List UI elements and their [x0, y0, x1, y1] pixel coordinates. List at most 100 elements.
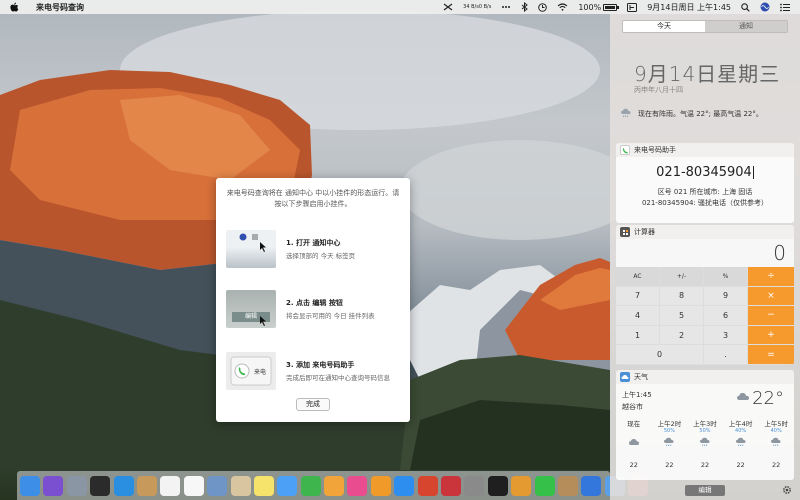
calc-key-4[interactable]: 4 [616, 306, 660, 326]
step-2: 编辑 2. 点击 编辑 按钮 将会显示可用的 今日 挂件列表 [226, 290, 406, 332]
messages-icon[interactable] [277, 475, 298, 496]
weather-time: 上午1:45 [622, 391, 652, 399]
input-method-icon[interactable] [627, 2, 638, 12]
cloud-icon [616, 435, 652, 449]
ibooks-icon[interactable] [370, 475, 391, 496]
cloud-rain-icon [620, 108, 632, 120]
bluetooth-icon[interactable] [521, 2, 529, 12]
battery-percent: 100% [578, 2, 602, 12]
phone-icon [620, 145, 630, 155]
calc-key-2[interactable]: 2 [660, 325, 704, 346]
blue-app-icon[interactable] [581, 475, 602, 496]
apple-menu-icon[interactable] [10, 2, 22, 12]
battery-status[interactable]: 100% [578, 2, 620, 12]
terminal-icon[interactable] [487, 475, 508, 496]
facetime-icon[interactable] [300, 475, 321, 496]
tab-today[interactable]: 今天 [623, 21, 705, 32]
calc-key-9[interactable]: 9 [704, 286, 748, 307]
nc-tab-switcher: 今天 通知 [622, 20, 788, 33]
phone-number-input[interactable]: 021-80345904 [616, 165, 794, 180]
siri-icon[interactable] [760, 2, 770, 12]
podcast-icon[interactable] [417, 475, 438, 496]
butterfly-icon[interactable] [511, 475, 532, 496]
setup-dialog: 来电号码查询将在 通知中心 中以小挂件的形态运行。请按以下步骤启用小挂件。 1.… [216, 178, 410, 422]
package-icon[interactable] [557, 475, 578, 496]
music-player-icon[interactable] [441, 475, 462, 496]
calculator-keypad: AC +/- % ÷ 7 8 9 × 4 5 6 − 1 2 3 + 0 . = [616, 267, 794, 365]
step-3-desc: 完成后即可在通知中心查询号码信息 [286, 374, 390, 382]
forecast-hour: 上午4时 40% 22 [723, 418, 759, 469]
line-icon[interactable] [534, 475, 555, 496]
nc-weather-summary: 现在有阵雨。气温 22°; 最高气温 22°。 [620, 108, 763, 120]
siri-icon[interactable] [43, 475, 64, 496]
step-2-title: 2. 点击 编辑 按钮 [286, 299, 343, 307]
photos-preview-icon[interactable] [230, 475, 251, 496]
menubar-datetime[interactable]: 9月14日周日 上午1:45 [647, 2, 731, 13]
notification-center-icon[interactable] [780, 3, 790, 12]
step-1-title: 1. 打开 通知中心 [286, 239, 341, 247]
phone-lookup-widget: 来电号码助手 021-80345904 区号 021 所在城市: 上海 固话 0… [616, 143, 794, 223]
calc-key-6[interactable]: 6 [704, 306, 748, 326]
mission-control-icon[interactable] [90, 475, 111, 496]
photos-icon[interactable] [324, 475, 345, 496]
forecast-hour-label: 上午3时 [693, 420, 717, 428]
forecast-hour: 上午5时 40% 22 [758, 418, 794, 469]
forecast-temp: 22 [700, 461, 710, 469]
text-caret [752, 166, 754, 179]
app-name-menu[interactable]: 来电号码查询 [36, 2, 84, 13]
forecast-precip: 50% [663, 428, 675, 434]
calc-key-plus[interactable]: + [748, 325, 794, 346]
weather-summary-text: 现在有阵雨。气温 22°; 最高气温 22°。 [638, 110, 763, 118]
done-button[interactable]: 完成 [296, 398, 330, 411]
cloud-rain-icon [723, 435, 759, 449]
app-store-icon[interactable] [394, 475, 415, 496]
calc-key-7[interactable]: 7 [616, 286, 660, 307]
weather-widget: 天气 上午1:45 越谷市 22° 现在 22 上午2时 50% 22 上午3时… [616, 370, 794, 480]
calc-key-1[interactable]: 1 [616, 325, 660, 346]
dots-icon[interactable] [501, 4, 511, 10]
reminders-icon[interactable] [183, 475, 204, 496]
safari-icon[interactable] [113, 475, 134, 496]
calc-key-0[interactable]: 0 [616, 345, 704, 365]
weather-app-icon [620, 372, 630, 382]
forecast-temp: 22 [665, 461, 674, 469]
clock-icon[interactable] [538, 2, 548, 12]
notification-center: 今天 通知 9月14日星期三 丙申年八月十四 现在有阵雨。气温 22°; 最高气… [610, 14, 800, 500]
preview-icon[interactable] [207, 475, 228, 496]
launchpad-icon[interactable] [66, 475, 87, 496]
calc-key-3[interactable]: 3 [704, 325, 748, 346]
cut-icon[interactable] [443, 2, 453, 12]
finder-icon[interactable] [20, 475, 40, 496]
calc-key-percent[interactable]: % [704, 267, 748, 287]
calc-key-8[interactable]: 8 [660, 286, 704, 307]
weather-current-temp: 22° [752, 388, 784, 409]
net-down-speed: 0 B/s [478, 3, 492, 10]
phone-widget-title: 来电号码助手 [634, 146, 676, 154]
network-speed-monitor[interactable]: 34 B/s 0 B/s [463, 3, 492, 10]
search-icon[interactable] [741, 2, 750, 12]
calc-key-equals[interactable]: = [748, 345, 794, 365]
phone-region-line: 区号 021 所在城市: 上海 固话 [657, 188, 753, 196]
calc-key-multiply[interactable]: × [748, 286, 794, 307]
forecast-temp: 22 [736, 461, 745, 469]
itunes-icon[interactable] [347, 475, 368, 496]
gear-icon[interactable] [782, 485, 792, 498]
calc-key-clear[interactable]: AC [616, 267, 660, 287]
forecast-precip: 40% [735, 428, 747, 434]
calc-key-decimal[interactable]: . [704, 345, 748, 365]
wifi-icon[interactable] [557, 3, 568, 11]
calc-key-sign[interactable]: +/- [660, 267, 704, 287]
calculator-display: 0 [773, 241, 786, 265]
notes-icon[interactable] [253, 475, 274, 496]
calc-key-5[interactable]: 5 [660, 306, 704, 326]
system-preferences-icon[interactable] [464, 475, 485, 496]
calendar-icon[interactable] [160, 475, 181, 496]
contacts-icon[interactable] [136, 475, 157, 496]
calc-key-minus[interactable]: − [748, 306, 794, 326]
calc-key-divide[interactable]: ÷ [748, 267, 794, 287]
forecast-hour: 上午2时 50% 22 [652, 418, 688, 469]
calculator-header: 计算器 [616, 225, 794, 239]
tab-notifications[interactable]: 通知 [705, 21, 787, 32]
edit-button[interactable]: 编辑 [685, 485, 725, 496]
forecast-hour-label: 上午5时 [764, 420, 788, 428]
